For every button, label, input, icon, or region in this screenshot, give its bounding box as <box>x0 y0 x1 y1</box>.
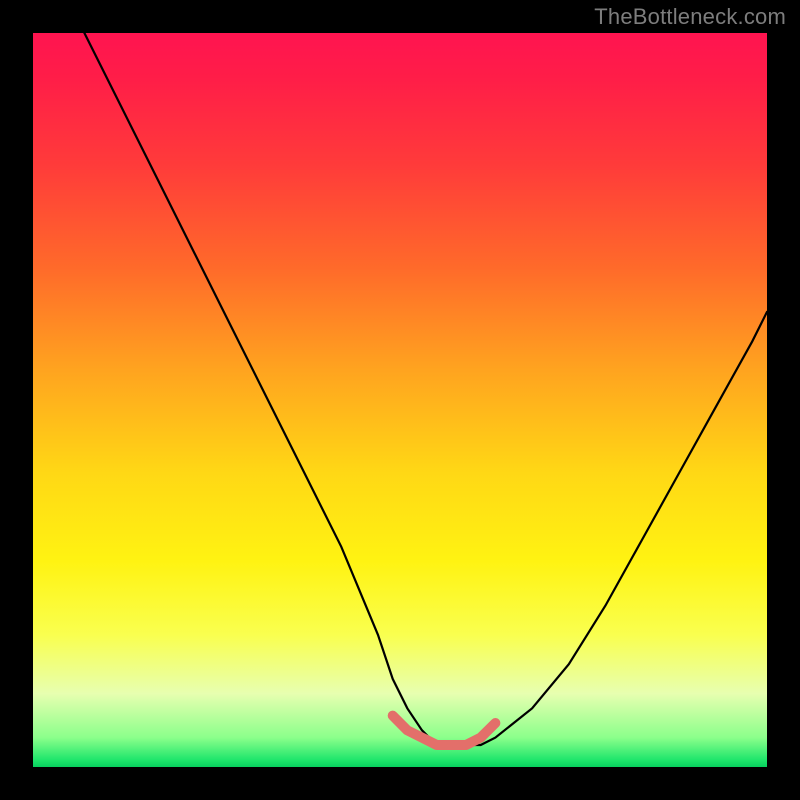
watermark-text: TheBottleneck.com <box>594 4 786 30</box>
optimal-range-marker <box>393 716 496 745</box>
curve-layer <box>33 33 767 767</box>
plot-area <box>33 33 767 767</box>
chart-frame: TheBottleneck.com <box>0 0 800 800</box>
bottleneck-curve <box>84 33 767 745</box>
